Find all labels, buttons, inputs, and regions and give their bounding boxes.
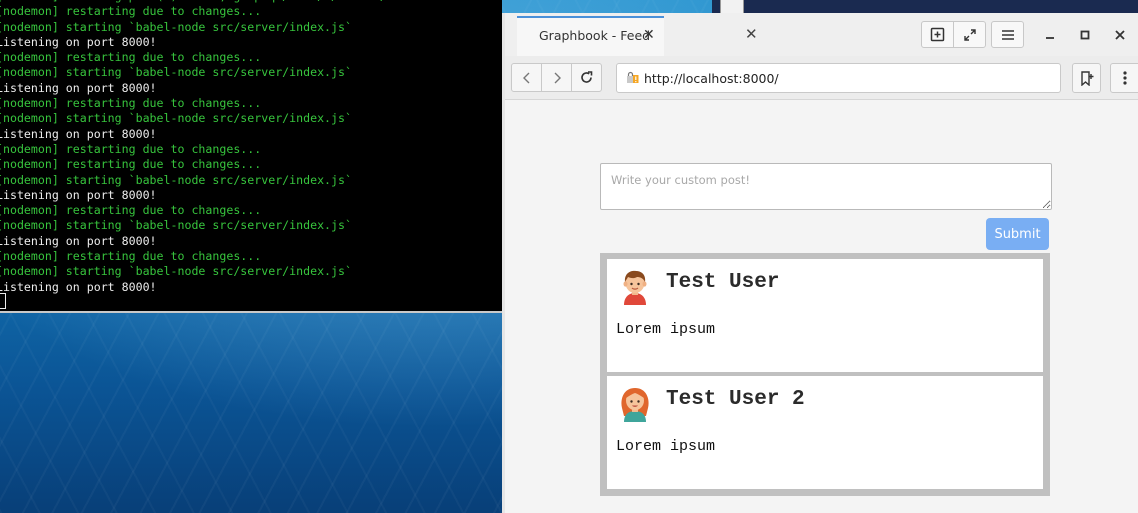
more-vertical-icon bbox=[1122, 71, 1127, 85]
new-tab-icon bbox=[930, 27, 945, 42]
post-username: Test User 2 bbox=[666, 388, 805, 411]
terminal-line: [nodemon] starting `babel-node src/serve… bbox=[0, 218, 352, 233]
reload-button[interactable] bbox=[571, 63, 602, 92]
minimize-button[interactable] bbox=[1035, 21, 1065, 48]
terminal-line: Listening on port 8000! bbox=[0, 80, 157, 95]
browser-titlebar[interactable]: Graphbook - Feed ✕ ✕ bbox=[505, 13, 1138, 56]
terminal-line: Listening on port 8000! bbox=[0, 34, 157, 49]
bookmark-add-icon bbox=[1080, 70, 1093, 86]
browser-navbar: http://localhost:8000/ bbox=[505, 56, 1138, 100]
close-window-button[interactable] bbox=[1105, 21, 1135, 48]
terminal-line: [nodemon] restarting due to changes... bbox=[0, 141, 262, 156]
back-arrow-icon bbox=[522, 72, 529, 83]
tab-title: Graphbook - Feed bbox=[539, 28, 651, 43]
reload-icon bbox=[581, 71, 593, 83]
terminal-line: [nodemon] starting `babel-node src/serve… bbox=[0, 19, 352, 34]
background-window-strip bbox=[712, 0, 1138, 14]
terminal-line: Listening on port 8000! bbox=[0, 233, 157, 248]
terminal-line: [nodemon] starting `babel-node src/serve… bbox=[0, 65, 352, 80]
girl-avatar-icon bbox=[621, 388, 649, 422]
maximize-icon bbox=[1080, 30, 1090, 39]
close-icon[interactable]: ✕ bbox=[643, 27, 655, 43]
terminal-output: [nodemon] watching path(s): *.* ; graphq… bbox=[0, 0, 387, 295]
terminal-line: Listening on port 8000! bbox=[0, 126, 157, 141]
nav-buttons bbox=[511, 63, 602, 92]
forward-button[interactable] bbox=[541, 63, 572, 92]
terminal-line: Listening on port 8000! bbox=[0, 187, 157, 202]
url-bar[interactable]: http://localhost:8000/ bbox=[616, 63, 1061, 93]
submit-button[interactable]: Submit bbox=[986, 218, 1049, 250]
fullscreen-icon bbox=[963, 28, 976, 41]
forward-arrow-icon bbox=[554, 72, 561, 83]
new-tab-button[interactable] bbox=[921, 21, 954, 48]
more-menu-button[interactable] bbox=[1110, 63, 1138, 93]
menu-button[interactable] bbox=[991, 21, 1024, 48]
terminal-line: [nodemon] restarting due to changes... bbox=[0, 50, 262, 65]
post-card: Test User Lorem ipsum bbox=[607, 259, 1043, 372]
back-button[interactable] bbox=[511, 63, 542, 92]
graphbook-feed-page: Submit Test User Lorem ipsum bbox=[505, 100, 1138, 513]
terminal-line: [nodemon] starting `babel-node src/serve… bbox=[0, 264, 352, 279]
terminal-line: Listening on port 8000! bbox=[0, 279, 157, 294]
terminal-line: [nodemon] restarting due to changes... bbox=[0, 203, 262, 218]
bookmark-button[interactable] bbox=[1072, 63, 1101, 93]
terminal-cursor bbox=[0, 293, 6, 309]
feed: Test User Lorem ipsum Test User 2 Lorem … bbox=[600, 253, 1050, 496]
background-window-edge bbox=[720, 0, 744, 14]
post-username: Test User bbox=[666, 271, 780, 294]
post-text: Lorem ipsum bbox=[616, 321, 716, 338]
minimize-icon bbox=[1046, 36, 1054, 39]
close-icon[interactable]: ✕ bbox=[745, 25, 758, 43]
post-text: Lorem ipsum bbox=[616, 438, 716, 455]
tab-graphbook-feed[interactable]: Graphbook - Feed ✕ bbox=[517, 16, 664, 56]
site-info-icon[interactable] bbox=[626, 71, 639, 85]
post-input[interactable] bbox=[600, 163, 1052, 210]
boy-avatar-icon bbox=[623, 270, 647, 305]
terminal-line: [nodemon] starting `babel-node src/serve… bbox=[0, 172, 352, 187]
terminal-line: [nodemon] restarting due to changes... bbox=[0, 96, 262, 111]
terminal-window[interactable]: [nodemon] watching path(s): *.* ; graphq… bbox=[0, 0, 502, 313]
browser-window: Graphbook - Feed ✕ ✕ http://localhost:80… bbox=[502, 13, 1138, 513]
close-icon bbox=[1115, 29, 1125, 40]
maximize-button[interactable] bbox=[1070, 21, 1100, 48]
url-text: http://localhost:8000/ bbox=[644, 71, 779, 86]
terminal-line: [nodemon] restarting due to changes... bbox=[0, 4, 262, 19]
terminal-line: [nodemon] restarting due to changes... bbox=[0, 249, 262, 264]
fullscreen-button[interactable] bbox=[953, 21, 986, 48]
terminal-line: [nodemon] starting `babel-node src/serve… bbox=[0, 111, 352, 126]
post-card: Test User 2 Lorem ipsum bbox=[607, 376, 1043, 489]
terminal-line: [nodemon] restarting due to changes... bbox=[0, 157, 262, 172]
hamburger-menu-icon bbox=[1001, 29, 1014, 40]
